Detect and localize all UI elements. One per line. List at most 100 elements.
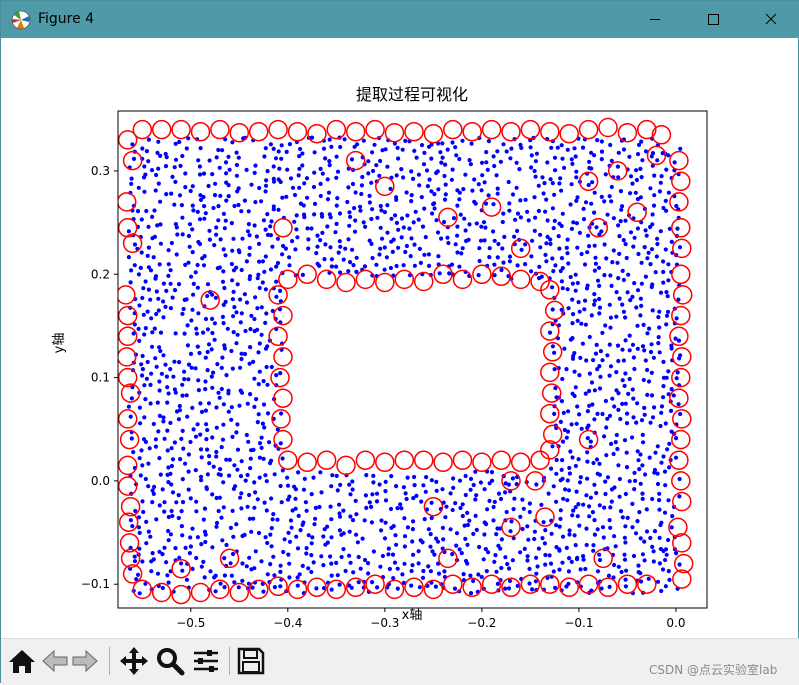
blue-point xyxy=(198,146,203,151)
blue-point xyxy=(536,546,542,551)
configure-subplots-button[interactable] xyxy=(190,645,222,677)
blue-point xyxy=(318,238,323,243)
blue-point xyxy=(319,490,324,495)
blue-point xyxy=(226,388,231,393)
blue-point xyxy=(380,236,385,241)
blue-point xyxy=(222,556,227,561)
blue-point xyxy=(383,147,388,152)
blue-point xyxy=(579,321,584,326)
blue-point xyxy=(180,568,185,573)
blue-point xyxy=(405,525,410,530)
blue-point xyxy=(501,142,506,147)
blue-point xyxy=(451,476,456,481)
close-button[interactable] xyxy=(742,1,799,38)
blue-point xyxy=(296,470,301,475)
blue-point xyxy=(234,430,239,435)
blue-point xyxy=(195,285,200,290)
blue-point xyxy=(240,236,245,241)
blue-point xyxy=(677,562,682,567)
minimize-button[interactable] xyxy=(626,1,684,38)
blue-point xyxy=(329,587,334,592)
blue-point xyxy=(382,536,388,541)
blue-point xyxy=(463,172,468,177)
blue-point xyxy=(435,230,441,235)
blue-point xyxy=(142,383,147,388)
blue-point xyxy=(482,520,487,525)
configure-subplots-icon xyxy=(194,650,218,672)
forward-button[interactable] xyxy=(69,645,101,677)
blue-point xyxy=(550,444,555,449)
maximize-button[interactable] xyxy=(684,1,742,38)
blue-point xyxy=(251,447,256,452)
blue-point xyxy=(419,499,424,504)
blue-point xyxy=(539,274,544,279)
blue-point xyxy=(327,163,332,168)
blue-point xyxy=(527,501,533,506)
blue-point xyxy=(577,412,582,417)
blue-point xyxy=(620,515,625,520)
blue-point xyxy=(555,145,560,150)
blue-point xyxy=(363,224,368,229)
blue-point xyxy=(558,516,563,521)
blue-point xyxy=(295,546,301,551)
blue-point xyxy=(180,232,185,237)
red-circle-marker xyxy=(593,548,613,569)
red-circle-marker xyxy=(433,452,453,473)
back-button[interactable] xyxy=(39,645,71,677)
blue-point xyxy=(623,491,629,497)
x-axis-label: x轴 xyxy=(402,608,423,623)
blue-point xyxy=(608,505,613,510)
blue-point xyxy=(489,470,495,475)
blue-point xyxy=(206,183,211,189)
blue-point xyxy=(205,327,210,332)
blue-point xyxy=(323,242,328,247)
blue-point xyxy=(177,403,182,409)
save-button[interactable] xyxy=(235,645,267,677)
title-bar[interactable]: Figure 4 xyxy=(1,1,799,38)
blue-point xyxy=(190,250,195,255)
blue-point xyxy=(300,163,305,168)
home-button[interactable] xyxy=(6,645,38,677)
blue-point xyxy=(312,170,317,175)
blue-point xyxy=(591,543,596,548)
blue-point xyxy=(349,585,354,590)
blue-point xyxy=(411,220,416,225)
blue-point xyxy=(394,542,399,547)
blue-point xyxy=(360,536,365,541)
blue-point xyxy=(654,254,659,259)
blue-point xyxy=(608,364,614,369)
blue-point xyxy=(519,247,524,252)
blue-point xyxy=(470,188,475,193)
back-icon xyxy=(42,649,68,673)
blue-point xyxy=(677,494,682,499)
blue-point xyxy=(337,582,342,587)
blue-point xyxy=(511,507,516,512)
blue-point xyxy=(525,558,530,563)
blue-point xyxy=(126,404,131,409)
blue-point xyxy=(602,242,607,247)
blue-point xyxy=(401,263,406,268)
blue-point xyxy=(272,585,277,590)
red-circle-marker xyxy=(671,305,691,326)
zoom-button[interactable] xyxy=(154,645,186,677)
blue-point xyxy=(179,561,184,566)
blue-point xyxy=(640,432,645,437)
blue-point xyxy=(578,355,583,360)
blue-point xyxy=(420,224,426,229)
blue-point xyxy=(673,336,678,341)
blue-point xyxy=(129,268,134,273)
blue-point xyxy=(269,219,274,224)
blue-point xyxy=(257,455,262,460)
pan-button[interactable] xyxy=(118,645,150,677)
blue-point xyxy=(334,264,339,269)
blue-point xyxy=(649,393,655,398)
blue-point xyxy=(162,545,167,550)
blue-point xyxy=(261,589,266,594)
blue-point xyxy=(635,288,641,293)
blue-point xyxy=(131,156,137,161)
blue-point xyxy=(571,220,576,225)
blue-point xyxy=(567,532,572,537)
blue-point xyxy=(334,221,339,226)
red-circle-marker xyxy=(287,121,308,142)
blue-point xyxy=(367,193,372,198)
